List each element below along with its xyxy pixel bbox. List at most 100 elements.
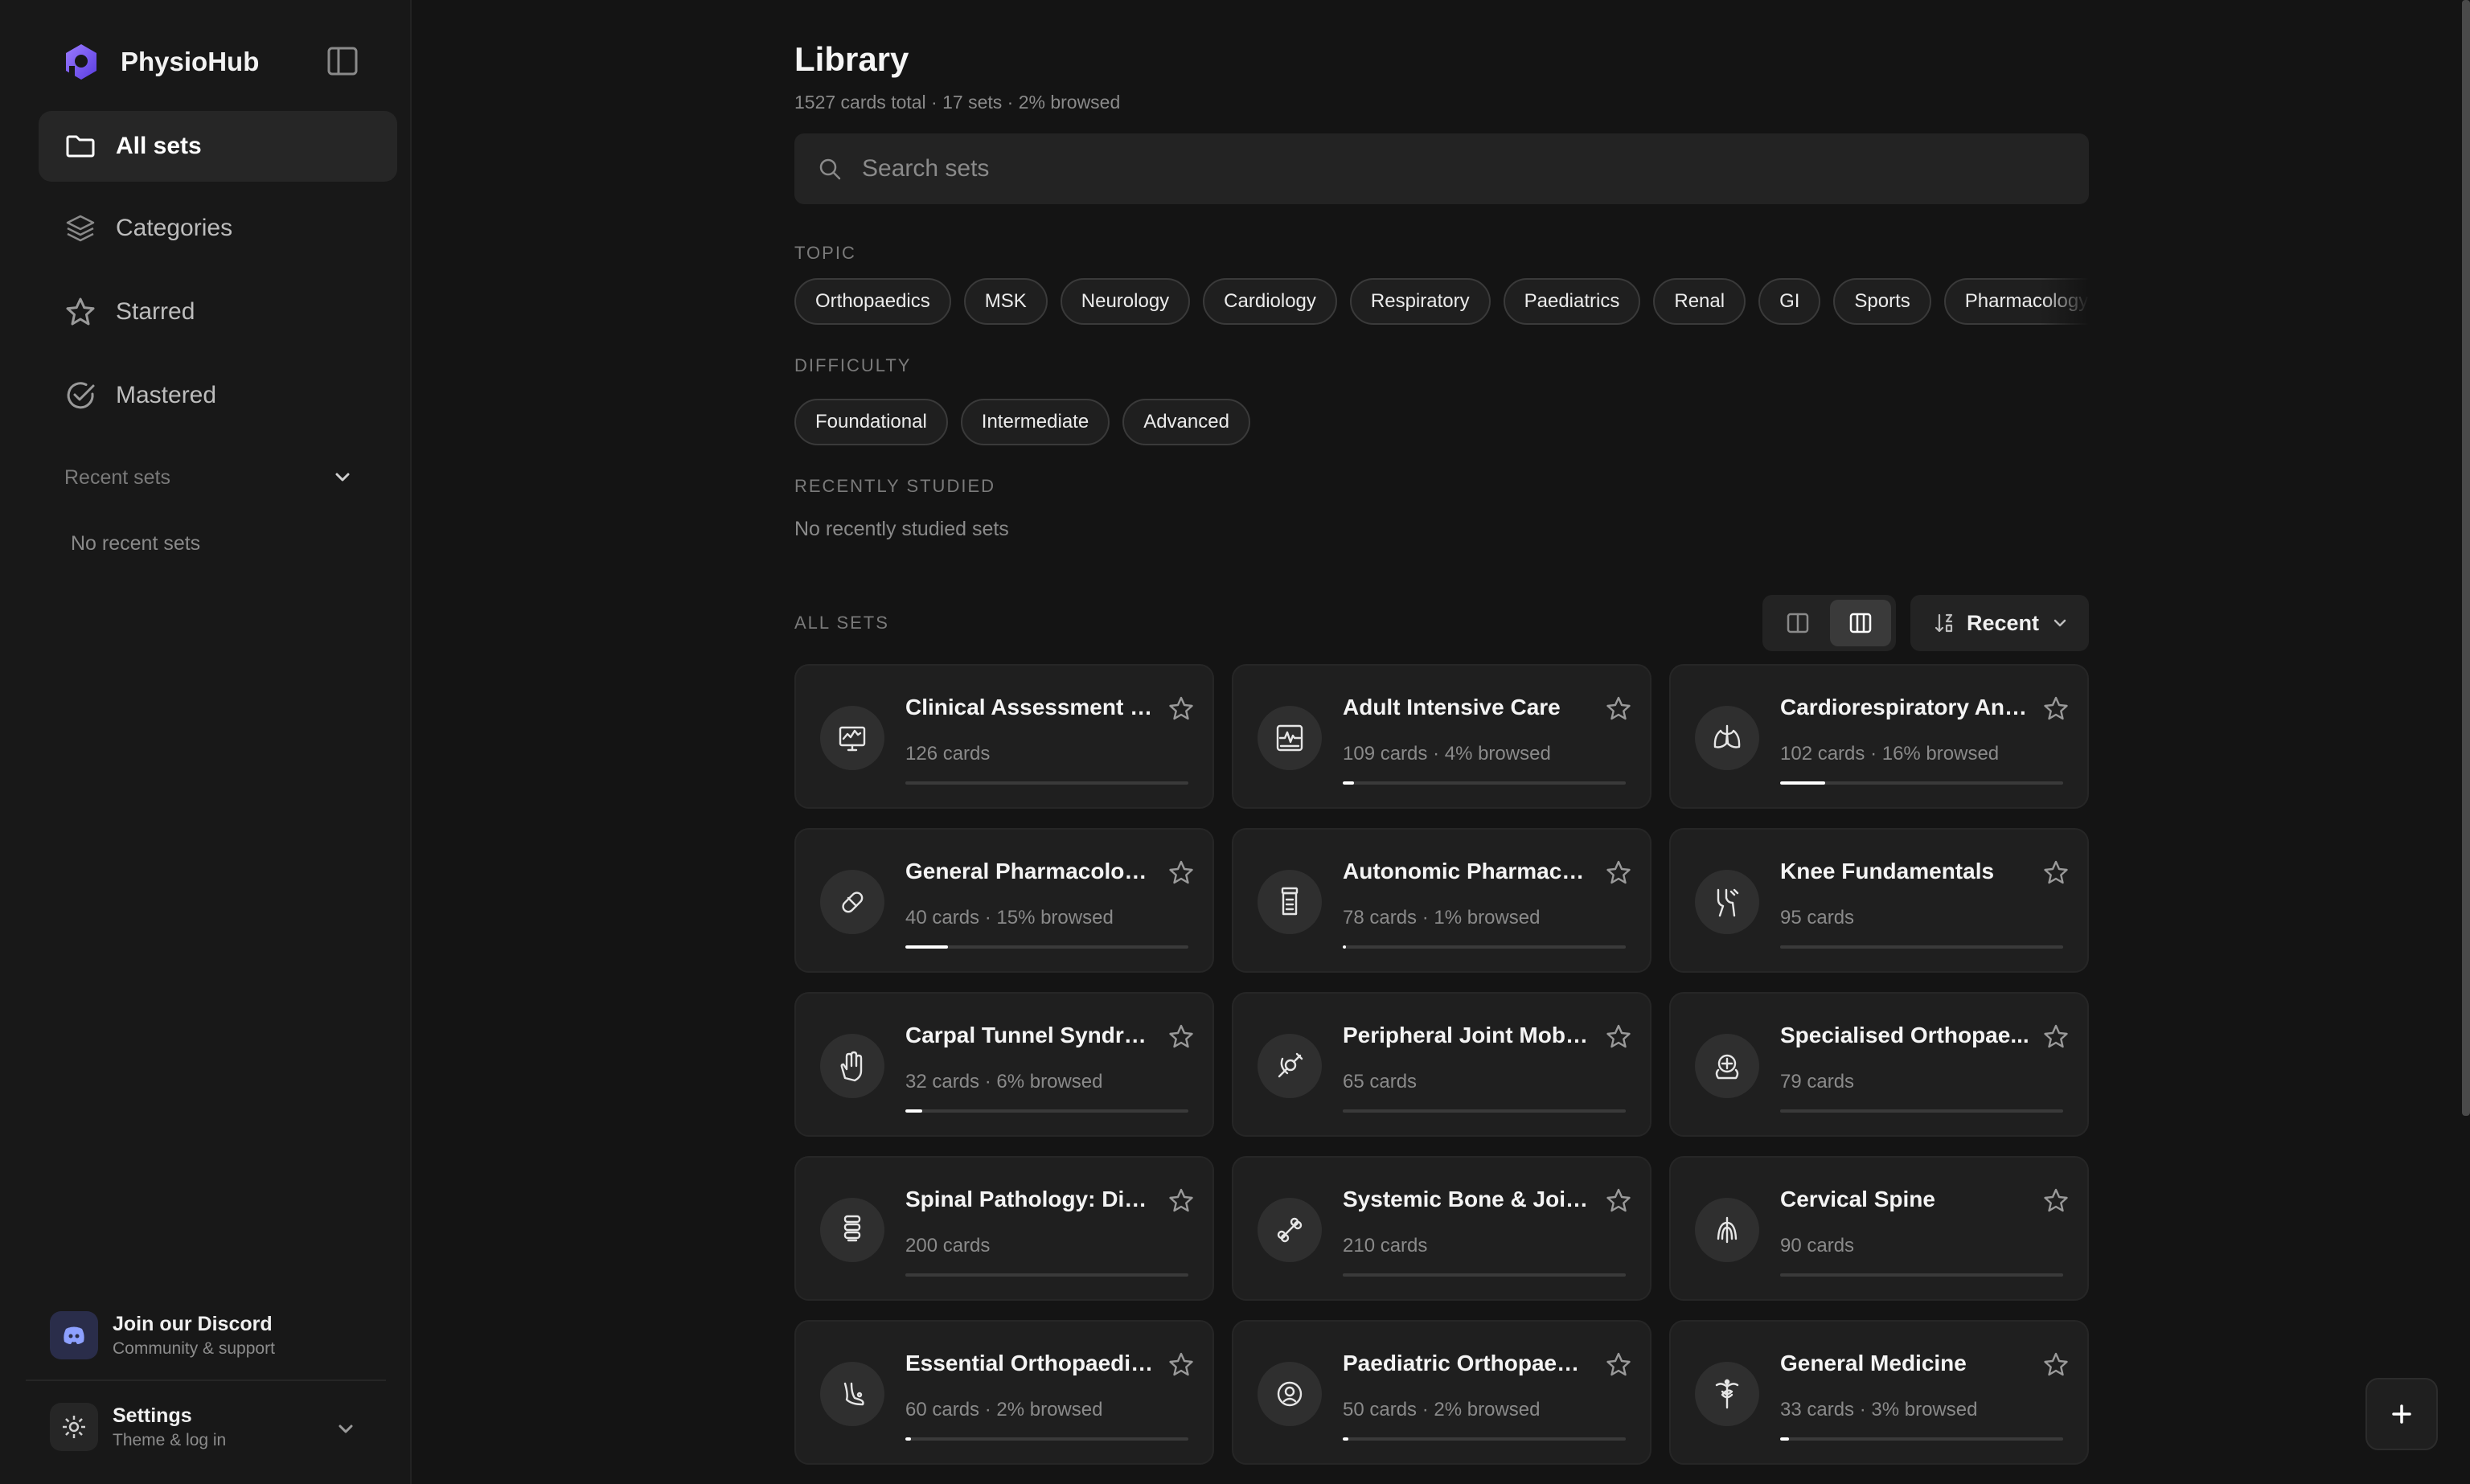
star-icon[interactable] — [1605, 1187, 1632, 1214]
sidebar-item-all-sets[interactable]: All sets — [39, 111, 397, 182]
difficulty-chip[interactable]: Advanced — [1122, 399, 1250, 445]
two-column-view-button[interactable] — [1767, 600, 1828, 646]
topic-chip[interactable]: MSK — [963, 278, 1048, 325]
topic-chip[interactable]: Respiratory — [1349, 278, 1491, 325]
set-meta: 33 cards · 3% browsed — [1780, 1399, 1978, 1420]
set-meta: 65 cards — [1343, 1071, 1418, 1093]
lungs-icon — [1695, 706, 1759, 770]
star-icon[interactable] — [1605, 695, 1632, 722]
folder-icon — [66, 135, 95, 158]
search-bar[interactable] — [794, 133, 2089, 204]
search-input[interactable] — [862, 155, 1988, 182]
chips-fade — [2041, 278, 2089, 325]
star-icon[interactable] — [2042, 1023, 2070, 1050]
star-icon[interactable] — [1167, 695, 1195, 722]
progress-fill — [905, 1109, 923, 1113]
add-set-button[interactable] — [2365, 1378, 2438, 1450]
set-card[interactable]: General Medicine 33 cards · 3% browsed — [1669, 1320, 2089, 1465]
set-meta: 95 cards — [1780, 907, 1855, 929]
set-card[interactable]: Adult Intensive Care 109 cards · 4% brows… — [1232, 664, 1651, 809]
difficulty-chip[interactable]: Foundational — [794, 399, 948, 445]
settings-title: Settings — [113, 1404, 192, 1427]
difficulty-label: DIFFICULTY — [794, 355, 912, 375]
brand[interactable]: PhysioHub — [61, 42, 259, 82]
topic-chip[interactable]: Orthopaedics — [794, 278, 951, 325]
star-icon[interactable] — [1167, 1351, 1195, 1378]
set-title: Cervical Spine — [1780, 1187, 1935, 1211]
set-card[interactable]: Paediatric Orthopaedics 50 cards · 2% bro… — [1232, 1320, 1651, 1465]
progress-fill — [905, 1437, 912, 1441]
set-card[interactable]: Clinical Assessment of... 126 cards — [794, 664, 1214, 809]
gear-icon — [50, 1403, 98, 1451]
recent-sets-header[interactable]: Recent sets — [64, 465, 354, 490]
star-icon[interactable] — [1605, 859, 1632, 886]
star-icon[interactable] — [1167, 1023, 1195, 1050]
set-title: Carpal Tunnel Syndro... — [905, 1023, 1155, 1047]
sidebar-item-label: Starred — [116, 298, 195, 325]
sidebar-item-mastered[interactable]: Mastered — [39, 360, 397, 431]
difficulty-chip[interactable]: Intermediate — [960, 399, 1110, 445]
sidebar-footer-divider — [26, 1379, 386, 1381]
set-card[interactable]: Peripheral Joint Mobil... 65 cards — [1232, 992, 1651, 1137]
set-card[interactable]: Knee Fundamentals 95 cards — [1669, 828, 2089, 973]
sidebar-item-label: Categories — [116, 215, 233, 241]
set-title: Knee Fundamentals — [1780, 859, 1995, 883]
brain-gear-icon — [1695, 1034, 1759, 1098]
topic-chip[interactable]: Paediatrics — [1503, 278, 1641, 325]
view-toggle — [1762, 595, 1896, 651]
caduceus-icon — [1695, 1362, 1759, 1426]
set-card[interactable]: General Pharmacolog... 40 cards · 15% bro… — [794, 828, 1214, 973]
star-icon[interactable] — [2042, 695, 2070, 722]
topic-chip[interactable]: Sports — [1833, 278, 1931, 325]
scrollbar[interactable] — [2462, 0, 2470, 1116]
settings-subtitle: Theme & log in — [113, 1430, 227, 1449]
sidebar-item-starred[interactable]: Starred — [39, 277, 397, 347]
star-icon[interactable] — [2042, 859, 2070, 886]
discord-link[interactable]: Join our Discord Community & support — [50, 1307, 388, 1363]
columns-3-icon — [1849, 613, 1872, 633]
star-icon[interactable] — [2042, 1351, 2070, 1378]
progress-bar — [905, 1273, 1188, 1277]
set-title: Spinal Pathology: Disc... — [905, 1187, 1155, 1211]
sidebar-item-categories[interactable]: Categories — [39, 193, 397, 264]
three-column-view-button[interactable] — [1830, 600, 1891, 646]
medicine-bottle-icon — [1258, 870, 1322, 934]
topic-chips: Orthopaedics MSK Neurology Cardiology Re… — [794, 278, 2089, 325]
topic-chip[interactable]: Renal — [1653, 278, 1746, 325]
set-card[interactable]: Cervical Spine 90 cards — [1669, 1156, 2089, 1301]
set-title: Peripheral Joint Mobil... — [1343, 1023, 1592, 1047]
set-card[interactable]: Spinal Pathology: Disc... 200 cards — [794, 1156, 1214, 1301]
progress-bar — [1780, 945, 2063, 949]
star-icon[interactable] — [1167, 1187, 1195, 1214]
sort-dropdown[interactable]: Recent — [1910, 595, 2089, 651]
set-card[interactable]: Specialised Orthopae... 79 cards — [1669, 992, 2089, 1137]
chevron-down-icon[interactable] — [331, 1415, 360, 1444]
star-icon[interactable] — [1605, 1023, 1632, 1050]
star-icon[interactable] — [1605, 1351, 1632, 1378]
sidebar-toggle-icon[interactable] — [325, 43, 360, 79]
star-icon[interactable] — [2042, 1187, 2070, 1214]
ribcage-icon — [1695, 1198, 1759, 1262]
set-meta: 109 cards · 4% browsed — [1343, 743, 1551, 765]
star-icon[interactable] — [1167, 859, 1195, 886]
set-title: Autonomic Pharmaco... — [1343, 859, 1592, 883]
set-card[interactable]: Cardiorespiratory Ana... 102 cards · 16% … — [1669, 664, 2089, 809]
set-title: Systemic Bone & Joint... — [1343, 1187, 1592, 1211]
progress-bar — [905, 1437, 1188, 1441]
set-title: Paediatric Orthopaedics — [1343, 1351, 1592, 1375]
topic-chip[interactable]: GI — [1758, 278, 1821, 325]
topic-chip[interactable]: Cardiology — [1203, 278, 1337, 325]
app-name: PhysioHub — [121, 47, 260, 76]
sidebar-item-label: All sets — [116, 133, 202, 159]
page-title: Library — [794, 40, 909, 78]
set-card[interactable]: Systemic Bone & Joint... 210 cards — [1232, 1156, 1651, 1301]
set-card[interactable]: Carpal Tunnel Syndro... 32 cards · 6% bro… — [794, 992, 1214, 1137]
search-icon — [819, 158, 841, 180]
progress-bar — [1343, 945, 1626, 949]
set-card[interactable]: Autonomic Pharmaco... 78 cards · 1% brows… — [1232, 828, 1651, 973]
set-card[interactable]: Essential Orthopaedics 60 cards · 2% brow… — [794, 1320, 1214, 1465]
topic-chip[interactable]: Neurology — [1060, 278, 1191, 325]
knee-icon — [1695, 870, 1759, 934]
layers-icon — [66, 215, 95, 242]
progress-bar — [1343, 1437, 1626, 1441]
